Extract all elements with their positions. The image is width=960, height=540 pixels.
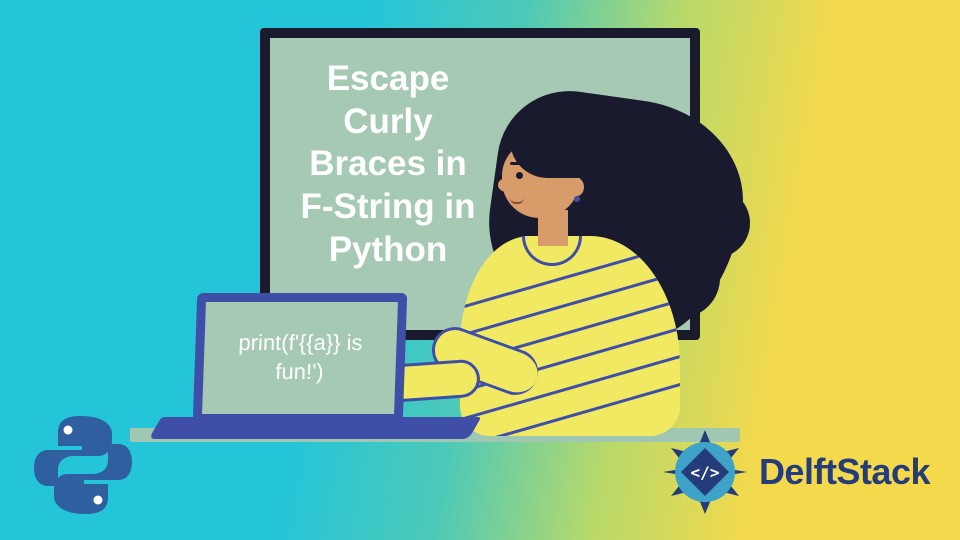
earring <box>574 196 580 202</box>
laptop: print(f'{{a}} is fun!') <box>155 293 495 443</box>
python-logo-icon <box>28 410 138 520</box>
code-snippet: print(f'{{a}} is fun!') <box>211 329 389 386</box>
illustration-canvas: Escape Curly Braces in F-String in Pytho… <box>0 0 960 540</box>
laptop-screen: print(f'{{a}} is fun!') <box>193 293 408 423</box>
eyebrow <box>510 162 526 165</box>
nose <box>498 178 516 192</box>
svg-text:</>: </> <box>690 463 719 482</box>
eye <box>516 172 523 179</box>
delftstack-emblem-icon: </> <box>659 426 751 518</box>
hair-wave <box>680 188 750 258</box>
ear <box>570 178 584 196</box>
hair-front-shape <box>510 108 620 178</box>
laptop-base <box>149 417 482 439</box>
delftstack-wordmark: DelftStack <box>759 451 930 493</box>
delftstack-logo: </> DelftStack <box>659 426 930 518</box>
